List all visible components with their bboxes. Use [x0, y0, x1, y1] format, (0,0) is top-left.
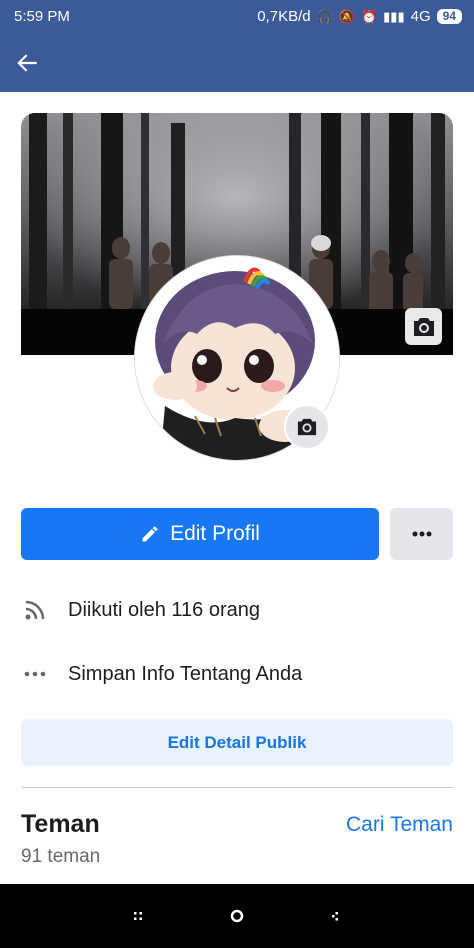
avatar-camera-button[interactable]: [284, 404, 330, 450]
alarm-icon: ⏰: [360, 8, 378, 24]
more-horizontal-icon: [21, 660, 49, 688]
divider: [21, 787, 453, 788]
mute-icon: 🔕: [338, 8, 355, 24]
status-time: 5:59 PM: [14, 8, 70, 25]
home-circle-icon: [230, 909, 244, 923]
save-info-row[interactable]: Simpan Info Tentang Anda: [21, 654, 451, 694]
save-info-text: Simpan Info Tentang Anda: [68, 662, 303, 685]
back-arrow-icon[interactable]: [14, 50, 40, 76]
back-nav-button[interactable]: [323, 904, 347, 928]
system-nav-bar: [0, 884, 474, 948]
menu-icon: [134, 912, 142, 920]
status-icons: 0,7KB/d 🎧 🔕 ⏰ ▮▮▮ 4G 94: [257, 8, 462, 25]
camera-icon: [297, 418, 317, 436]
edit-profile-button[interactable]: Edit Profil: [21, 508, 379, 560]
find-friends-link[interactable]: Cari Teman: [346, 813, 453, 837]
followers-row[interactable]: Diikuti oleh 116 orang: [21, 590, 451, 630]
more-options-button[interactable]: [390, 508, 453, 560]
network-type: 4G: [410, 8, 431, 25]
friends-count: 91 teman: [21, 846, 101, 867]
battery-indicator: 94: [436, 9, 462, 24]
edit-public-details-button[interactable]: Edit Detail Publik: [21, 719, 453, 766]
net-speed: 0,7KB/d: [257, 8, 311, 25]
back-nav-icon: [332, 912, 338, 921]
friends-title: Teman: [21, 810, 100, 838]
status-bar: 5:59 PM 0,7KB/d 🎧 🔕 ⏰ ▮▮▮ 4G 94: [0, 0, 474, 33]
app-bar: [0, 33, 474, 92]
camera-icon: [413, 317, 434, 336]
headphones-icon: 🎧: [316, 8, 333, 24]
menu-nav-button[interactable]: [126, 904, 150, 928]
cover-camera-button[interactable]: [405, 308, 442, 345]
edit-profile-label: Edit Profil: [170, 522, 260, 545]
more-horizontal-icon: [412, 531, 431, 537]
home-nav-button[interactable]: [225, 904, 249, 928]
followers-text: Diikuti oleh 116 orang: [68, 598, 260, 621]
signal-icon: ▮▮▮: [383, 8, 405, 24]
pencil-icon: [142, 526, 158, 542]
rss-feed-icon: [21, 596, 49, 624]
